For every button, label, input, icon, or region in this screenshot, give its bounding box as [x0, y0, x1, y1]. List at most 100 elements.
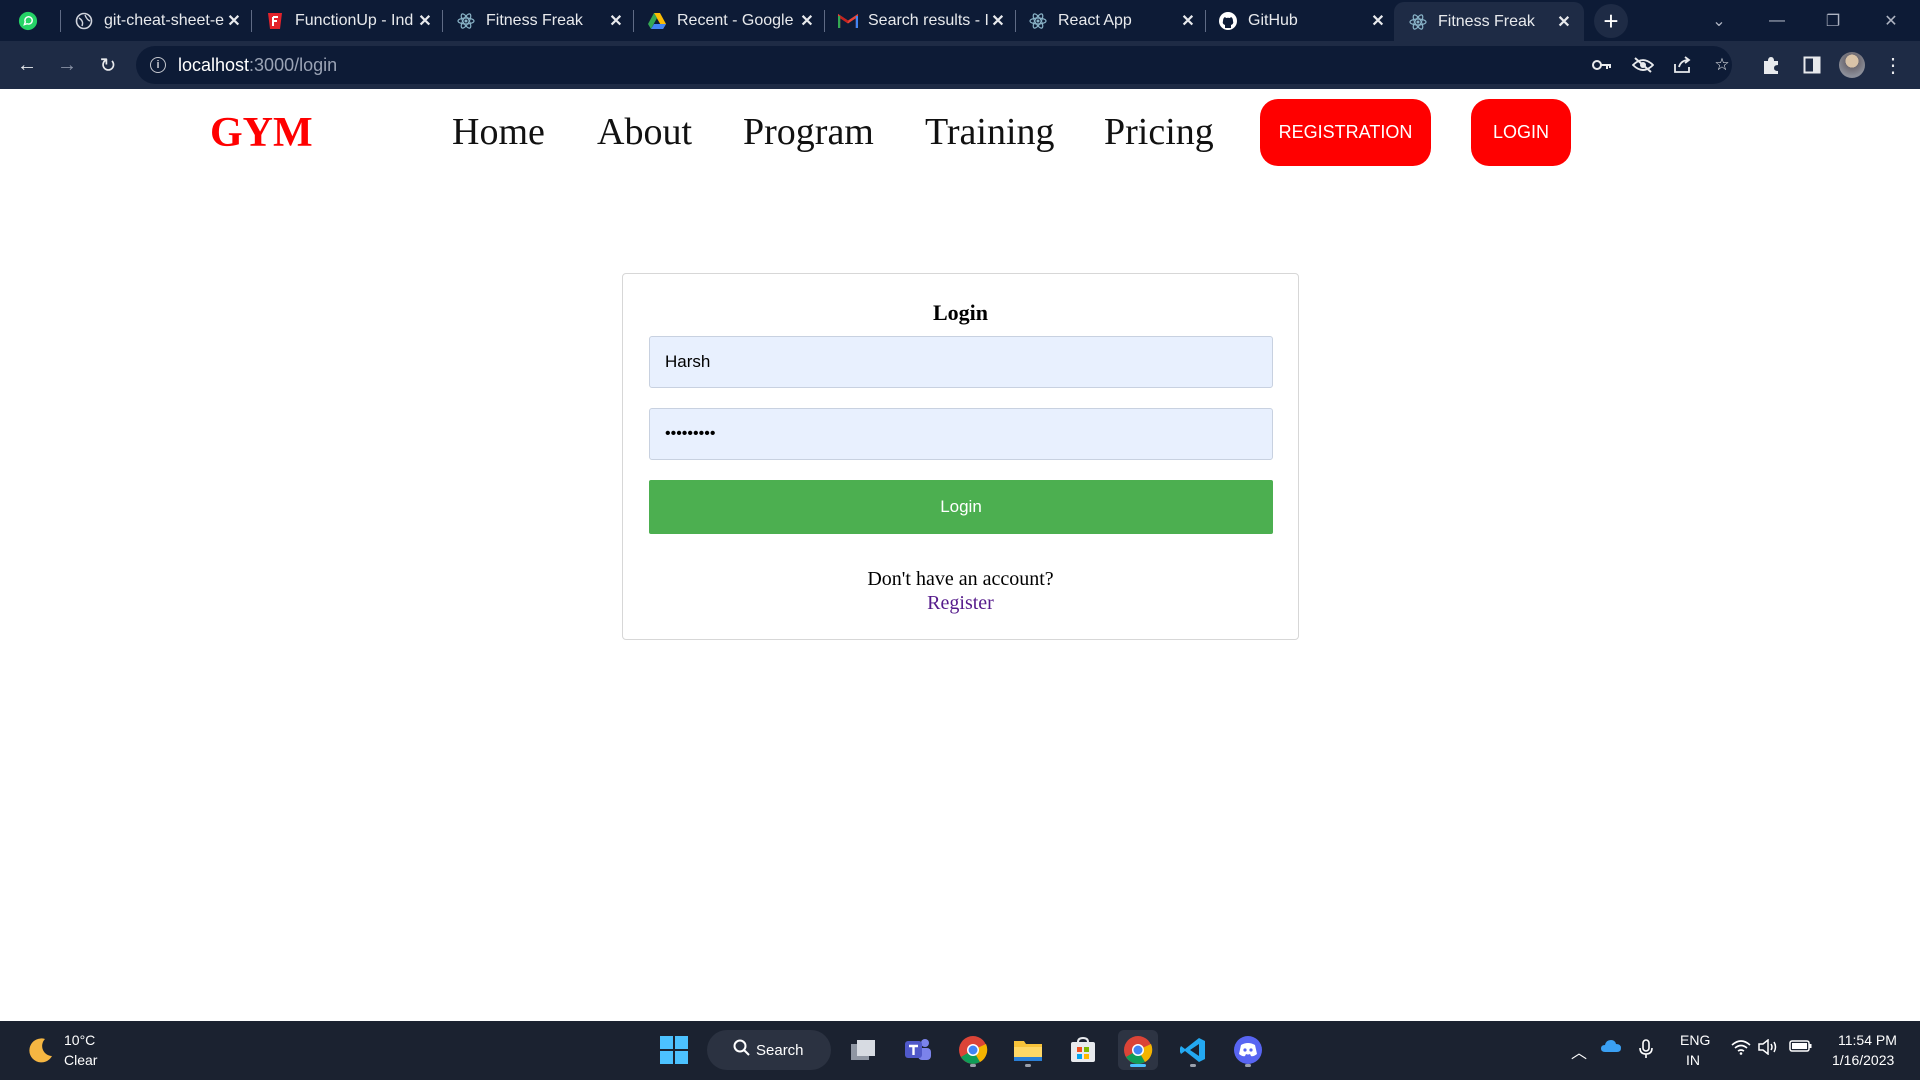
nav-program[interactable]: Program — [743, 110, 874, 154]
close-icon[interactable]: ✕ — [224, 11, 244, 31]
close-icon[interactable]: ✕ — [1178, 11, 1198, 31]
tab-functionup[interactable]: FunctionUp - Ind ✕ — [265, 0, 435, 41]
window-close-icon[interactable]: ✕ — [1864, 0, 1918, 41]
tab-separator — [442, 10, 443, 32]
restore-icon[interactable]: ❐ — [1806, 0, 1860, 41]
menu-kebab-icon[interactable]: ⋮ — [1881, 53, 1905, 77]
new-tab-button[interactable]: + — [1594, 4, 1628, 38]
close-icon[interactable]: ✕ — [988, 11, 1008, 31]
tab-separator — [633, 10, 634, 32]
registration-button[interactable]: REGISTRATION — [1260, 99, 1431, 166]
register-link[interactable]: Register — [623, 592, 1298, 615]
close-icon[interactable]: ✕ — [797, 11, 817, 31]
minimize-icon[interactable]: — — [1750, 0, 1804, 41]
site-logo[interactable]: GYM — [210, 109, 313, 157]
eye-off-icon[interactable] — [1631, 53, 1655, 77]
browser-toolbar: ← → ↻ i localhost :3000/login ☆ ⋮ — [0, 41, 1920, 89]
battery-icon[interactable] — [1789, 1039, 1813, 1058]
tab-fitness-freak[interactable]: Fitness Freak ✕ — [456, 0, 626, 41]
close-icon[interactable]: ✕ — [1554, 12, 1574, 32]
react-icon — [456, 11, 476, 31]
tab-fitness-freak-active[interactable]: Fitness Freak ✕ — [1394, 2, 1584, 41]
start-windows-icon[interactable] — [654, 1030, 694, 1070]
tab-gmail-search[interactable]: Search results - I ✕ — [838, 0, 1008, 41]
tab-title: Recent - Google — [677, 11, 794, 29]
login-nav-button[interactable]: LOGIN — [1471, 99, 1571, 166]
browser-tab-strip: git-cheat-sheet-e ✕ FunctionUp - Ind ✕ F… — [0, 0, 1920, 41]
profile-avatar[interactable] — [1839, 52, 1865, 78]
task-view-icon[interactable] — [843, 1030, 883, 1070]
functionup-icon — [265, 11, 285, 31]
tab-title: GitHub — [1248, 11, 1298, 29]
tab-title: Fitness Freak — [486, 11, 583, 29]
password-input[interactable]: ••••••••• — [649, 408, 1273, 460]
language-indicator[interactable]: ENG — [1680, 1032, 1710, 1048]
weather-condition[interactable]: Clear — [64, 1052, 97, 1068]
clock-date[interactable]: 1/16/2023 — [1832, 1052, 1894, 1068]
vscode-icon[interactable] — [1173, 1030, 1213, 1070]
nav-pricing[interactable]: Pricing — [1104, 110, 1214, 154]
app-indicator — [1190, 1064, 1196, 1067]
close-icon[interactable]: ✕ — [415, 11, 435, 31]
clock-time[interactable]: 11:54 PM — [1838, 1032, 1897, 1048]
tray-chevron-up-icon[interactable]: ︿ — [1571, 1039, 1587, 1063]
chrome-icon[interactable] — [953, 1030, 993, 1070]
side-panel-icon[interactable] — [1800, 53, 1824, 77]
teams-icon[interactable] — [898, 1030, 938, 1070]
weather-temperature[interactable]: 10°C — [64, 1032, 95, 1048]
forward-icon[interactable]: → — [51, 49, 83, 81]
github-icon — [1218, 11, 1238, 31]
login-submit-button[interactable]: Login — [649, 480, 1273, 534]
username-input[interactable]: Harsh — [649, 336, 1273, 388]
share-icon[interactable] — [1670, 53, 1694, 77]
microphone-icon[interactable] — [1639, 1039, 1653, 1064]
app-indicator — [1130, 1064, 1146, 1067]
app-indicator — [1245, 1064, 1251, 1067]
language-region[interactable]: IN — [1686, 1052, 1700, 1068]
url-host: localhost — [178, 54, 250, 75]
taskbar-search[interactable]: Search — [707, 1030, 831, 1070]
close-icon[interactable]: ✕ — [606, 11, 626, 31]
back-icon[interactable]: ← — [11, 49, 43, 81]
discord-icon[interactable] — [1228, 1030, 1268, 1070]
url-path: :3000/login — [249, 54, 338, 75]
tab-separator — [60, 10, 61, 32]
nav-home[interactable]: Home — [452, 110, 545, 154]
address-bar[interactable]: i localhost :3000/login — [136, 46, 1732, 84]
google-drive-icon — [647, 11, 667, 31]
tab-title: React App — [1058, 11, 1132, 29]
tab-git-cheat-sheet[interactable]: git-cheat-sheet-e ✕ — [74, 0, 244, 41]
onedrive-cloud-icon[interactable] — [1600, 1039, 1622, 1058]
username-value: Harsh — [665, 352, 711, 371]
site-info-icon[interactable]: i — [150, 57, 166, 73]
key-icon[interactable] — [1590, 53, 1614, 77]
no-account-prompt: Don't have an account? — [867, 568, 1054, 590]
tab-google-drive[interactable]: Recent - Google ✕ — [647, 0, 817, 41]
tab-title: Fitness Freak — [1438, 12, 1535, 30]
app-indicator — [1025, 1064, 1031, 1067]
nav-about[interactable]: About — [597, 110, 692, 154]
file-explorer-icon[interactable] — [1008, 1030, 1048, 1070]
tab-separator — [1015, 10, 1016, 32]
extensions-puzzle-icon[interactable] — [1759, 53, 1783, 77]
tab-whatsapp[interactable] — [18, 0, 52, 41]
bookmark-star-icon[interactable]: ☆ — [1710, 53, 1734, 77]
login-title: Login — [932, 300, 989, 325]
app-indicator — [970, 1064, 976, 1067]
nav-training[interactable]: Training — [925, 110, 1055, 154]
react-icon — [1408, 12, 1428, 32]
wifi-icon[interactable] — [1731, 1039, 1751, 1060]
tab-separator — [824, 10, 825, 32]
tab-separator — [1205, 10, 1206, 32]
reload-icon[interactable]: ↻ — [92, 49, 124, 81]
tab-react-app[interactable]: React App ✕ — [1028, 0, 1198, 41]
volume-icon[interactable] — [1758, 1038, 1780, 1060]
moon-icon[interactable] — [25, 1036, 55, 1073]
whatsapp-icon — [18, 11, 38, 31]
close-icon[interactable]: ✕ — [1368, 11, 1388, 31]
password-value: ••••••••• — [665, 425, 716, 442]
chrome-active-icon[interactable] — [1118, 1030, 1158, 1070]
tab-github[interactable]: GitHub ✕ — [1218, 0, 1388, 41]
microsoft-store-icon[interactable] — [1063, 1030, 1103, 1070]
tab-search-chevron-icon[interactable]: ⌄ — [1692, 0, 1746, 41]
